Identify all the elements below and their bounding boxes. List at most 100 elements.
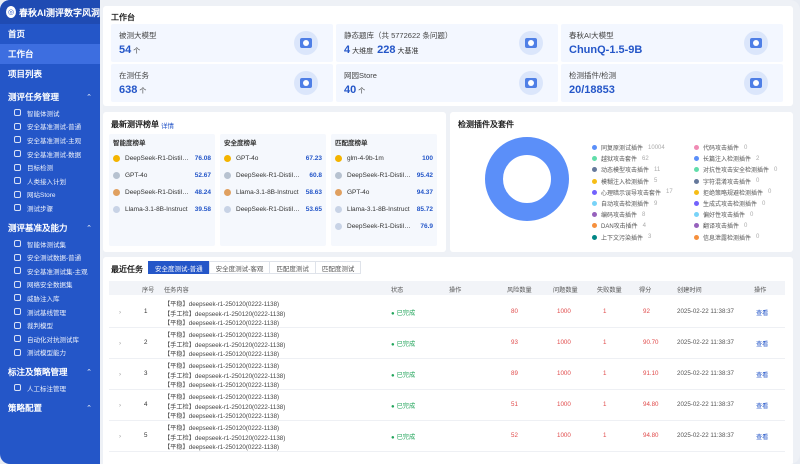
nav-item[interactable]: 人类接入计划: [0, 174, 100, 188]
legend-item[interactable]: 动态模型攻击插件 11: [592, 165, 660, 174]
nav-item[interactable]: 自动化对抗测试库: [0, 332, 100, 346]
nav-item[interactable]: 安全基准测试-数据: [0, 147, 100, 161]
leaderboard-row[interactable]: DeepSeek-R1-Distil… 76.9: [331, 218, 437, 235]
legend-item[interactable]: 信息泄露检测插件 0: [694, 233, 759, 242]
nav-group[interactable]: 测评任务管理 ⌃: [0, 88, 100, 106]
leaderboard-detail-link[interactable]: 详情: [161, 120, 174, 130]
logo-icon: ◎: [6, 6, 16, 18]
task-tab[interactable]: 安全度测试-客观: [208, 261, 271, 274]
legend-item[interactable]: 对抗性攻击安全检测插件 0: [694, 165, 777, 174]
nav-item[interactable]: 裁判模型: [0, 318, 100, 332]
nav-item[interactable]: 测试步骤: [0, 201, 100, 215]
expand-chevron-icon[interactable]: ›: [119, 371, 121, 378]
expand-chevron-icon[interactable]: ›: [119, 402, 121, 409]
legend-item[interactable]: 同复原测试插件 10004: [592, 143, 665, 152]
nav-item[interactable]: 网络安全数据集: [0, 278, 100, 292]
nav-item[interactable]: 人工标注管理: [0, 381, 100, 395]
table-row[interactable]: › 3 【平稳】deepseek-r1-250120(0222-1138) 【手工检】…: [109, 359, 785, 390]
task-tab[interactable]: 安全度测试-普通: [148, 261, 210, 274]
stat-card[interactable]: 春秋AI大模型 ChunQ-1.5-9B: [561, 24, 783, 62]
stat-card[interactable]: 网园Store 40 个: [336, 64, 558, 102]
leaderboard-row[interactable]: DeepSeek-R1-Distil… 95.42: [331, 167, 437, 184]
created-time: 2025-02-22 11:38:37: [677, 370, 734, 377]
view-link[interactable]: 查看: [756, 401, 768, 410]
legend-dot-icon: [592, 178, 597, 184]
stat-card[interactable]: 被测大模型 54 个: [111, 24, 333, 62]
legend-item[interactable]: 翻译攻击插件 0: [694, 221, 747, 230]
legend-item[interactable]: DAN攻击插件 4: [592, 221, 646, 230]
legend-item[interactable]: 字符混淆攻击插件 0: [694, 177, 759, 186]
nav-item[interactable]: 测试基线管理: [0, 305, 100, 319]
leaderboard-row[interactable]: glm-4-9b-1m 100: [331, 150, 437, 167]
plugins-panel: 检测插件及套件 同复原测试插件 10004 越狱攻击套件 62 动态模型攻击插件 11 模糊…: [450, 112, 793, 252]
legend-count: 0: [756, 178, 760, 185]
legend-item[interactable]: 心理暗示误导攻击套件 17: [592, 188, 673, 197]
nav-item[interactable]: 安全基准测试-普通: [0, 120, 100, 134]
stat-card[interactable]: 在测任务 638 个: [111, 64, 333, 102]
legend-item[interactable]: 长篇注入检测插件 2: [694, 154, 759, 163]
leaderboard-row[interactable]: GPT-4o 52.67: [109, 167, 215, 184]
leaderboard-row[interactable]: DeepSeek-R1-Distil… 76.08: [109, 150, 215, 167]
app-logo[interactable]: ◎ 春秋AI测评数字风洞: [0, 0, 100, 24]
task-content-line: 【手工检】deepseek-r1-250120(0222-1138): [164, 403, 286, 411]
nav-group[interactable]: 标注及策略管理 ⌃: [0, 363, 100, 381]
leaderboard-row[interactable]: DeepSeek-R1-Distil… 48.24: [109, 184, 215, 201]
nav-workbench[interactable]: 工作台: [0, 44, 100, 64]
table-row[interactable]: › 2 【平稳】deepseek-r1-250120(0222-1138) 【手工检】…: [109, 328, 785, 359]
view-link[interactable]: 查看: [756, 370, 768, 379]
nav-item[interactable]: 目标检测: [0, 160, 100, 174]
legend-item[interactable]: 拒绝策略规避检测插件 0: [694, 188, 771, 197]
view-link[interactable]: 查看: [756, 339, 768, 348]
nav-item[interactable]: 智能体测试: [0, 106, 100, 120]
nav-item[interactable]: 安全测试数据-普通: [0, 250, 100, 264]
table-row[interactable]: › 4 【平稳】deepseek-r1-250120(0222-1138) 【手工检】…: [109, 390, 785, 421]
expand-chevron-icon[interactable]: ›: [119, 309, 121, 316]
nav-item[interactable]: 智能体测试集: [0, 237, 100, 251]
nav-item[interactable]: 测试模型能力: [0, 346, 100, 360]
legend-item[interactable]: 代码攻击插件 0: [694, 143, 747, 152]
leaderboard-row[interactable]: Llama-3.1-8B-Instruct 85.72: [331, 201, 437, 218]
legend-item[interactable]: 自动攻击检测插件 9: [592, 199, 657, 208]
view-link[interactable]: 查看: [756, 432, 768, 441]
nav-group[interactable]: 测评基准及能力 ⌃: [0, 219, 100, 237]
legend-item[interactable]: 偏好性攻击插件 0: [694, 210, 753, 219]
nav-item[interactable]: 安全基准测试-主观: [0, 133, 100, 147]
leaderboard-row[interactable]: GPT-4o 67.23: [220, 150, 326, 167]
expand-chevron-icon[interactable]: ›: [119, 433, 121, 440]
table-row[interactable]: › 5 【平稳】deepseek-r1-250120(0222-1138) 【手工检】…: [109, 421, 785, 452]
leaderboard-row[interactable]: Llama-3.1-8B-Instruct 58.63: [220, 184, 326, 201]
leaderboard-row[interactable]: DeepSeek-R1-Distil… 53.65: [220, 201, 326, 218]
stat-card[interactable]: 静态题库（共 5772622 条问题） 4 大维度 228 大基准: [336, 24, 558, 62]
nav-item[interactable]: 威胁注入库: [0, 291, 100, 305]
view-link[interactable]: 查看: [756, 308, 768, 317]
nav-home[interactable]: 首页: [0, 24, 100, 44]
model-score: 67.23: [305, 155, 322, 162]
nav-projects[interactable]: 项目列表: [0, 64, 100, 84]
leaderboard-row[interactable]: DeepSeek-R1-Distil… 60.8: [220, 167, 326, 184]
plugins-donut-chart[interactable]: [484, 136, 570, 222]
task-tab[interactable]: 匹配度测试: [269, 261, 316, 274]
nav-item[interactable]: 安全基准测试集-主观: [0, 264, 100, 278]
stat-card[interactable]: 检测插件/检测 20/18853: [561, 64, 783, 102]
legend-label: 拒绝策略规避检测插件: [703, 190, 764, 197]
stat-value-wrap: 4 大维度 228 大基准: [344, 44, 418, 56]
leaderboard-row[interactable]: GPT-4o 94.37: [331, 184, 437, 201]
legend-item[interactable]: 编码攻击插件 8: [592, 210, 645, 219]
leaderboard-title: 最新测评榜单: [111, 120, 159, 129]
legend-item[interactable]: 上下文污染插件 3: [592, 233, 651, 242]
legend-item[interactable]: 生成式攻击检测插件 0: [694, 199, 765, 208]
sidebar: ◎ 春秋AI测评数字风洞 首页 工作台 项目列表 测评任务管理 ⌃ 智能体测试 安全基…: [0, 0, 100, 464]
legend-label: 偏好性攻击插件: [703, 213, 746, 220]
nav-item[interactable]: 网站Store: [0, 188, 100, 202]
legend-item[interactable]: 越狱攻击套件 62: [592, 154, 649, 163]
table-row[interactable]: › 1 【平稳】deepseek-r1-250120(0222-1138) 【手工检】…: [109, 297, 785, 328]
legend-dot-icon: [592, 212, 597, 218]
leaderboard-row[interactable]: Llama-3.1-8B-Instruct 39.58: [109, 201, 215, 218]
nav-group[interactable]: 策略配置 ⌃: [0, 399, 100, 417]
legend-item[interactable]: 模糊注入检测插件 5: [592, 177, 657, 186]
task-content-line: 【平稳】deepseek-r1-250120(0222-1138): [164, 444, 280, 451]
legend-label: 模糊注入检测插件: [601, 179, 650, 186]
expand-chevron-icon[interactable]: ›: [119, 340, 121, 347]
fail-count: 1: [603, 308, 607, 315]
task-tab[interactable]: 匹配度测试: [314, 261, 362, 274]
